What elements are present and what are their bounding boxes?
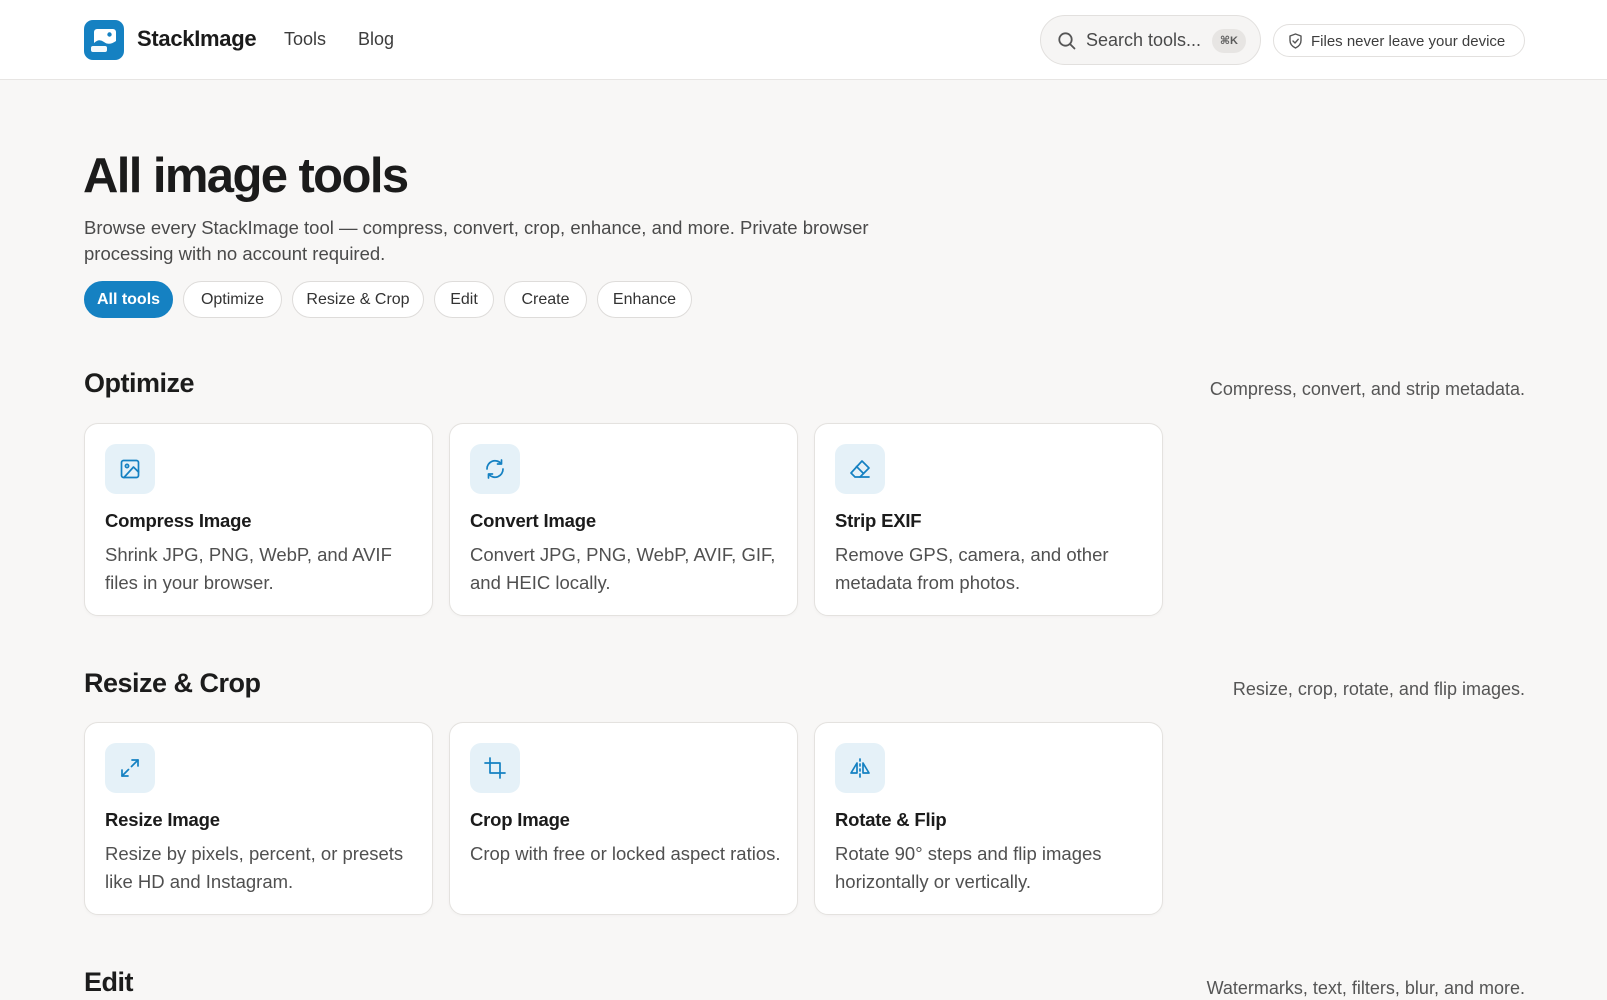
tool-description: Crop with free or locked aspect ratios.	[470, 843, 781, 864]
tool-description: Shrink JPG, PNG, WebP, and AVIF files in…	[105, 544, 392, 593]
tool-description: Rotate 90° steps and flip images horizon…	[835, 843, 1102, 892]
logo-icon[interactable]	[84, 20, 124, 60]
section-desc-resize-crop: Resize, crop, rotate, and flip images.	[1232, 679, 1525, 699]
filter-all-tools[interactable]: All tools	[84, 281, 173, 318]
nav-blog[interactable]: Blog	[358, 29, 394, 50]
page-subtitle: Browse every StackImage tool — compress,…	[84, 217, 869, 264]
tool-card-compress-image[interactable]: Compress Image Shrink JPG, PNG, WebP, an…	[84, 423, 433, 616]
tool-description: Convert JPG, PNG, WebP, AVIF, GIF, and H…	[470, 544, 776, 593]
tool-card-rotate-flip[interactable]: Rotate & Flip Rotate 90° steps and flip …	[814, 722, 1163, 915]
tool-description: Resize by pixels, percent, or presets li…	[105, 843, 404, 892]
image-compress-icon	[105, 444, 155, 494]
tool-title: Crop Image	[470, 809, 570, 830]
nav-tools[interactable]: Tools	[284, 29, 326, 50]
shield-check-icon	[1289, 33, 1302, 49]
section-title-edit: Edit	[84, 967, 134, 997]
section-title-resize-crop: Resize & Crop	[84, 668, 261, 698]
brand-name[interactable]: StackImage	[137, 26, 257, 52]
crop-icon	[470, 743, 520, 793]
tool-card-resize-image[interactable]: Resize Image Resize by pixels, percent, …	[84, 722, 433, 915]
tool-title: Rotate & Flip	[835, 809, 947, 830]
tool-title: Resize Image	[105, 809, 220, 830]
tool-title: Convert Image	[470, 510, 596, 531]
tool-description: Remove GPS, camera, and other metadata f…	[835, 544, 1109, 593]
tool-card-convert-image[interactable]: Convert Image Convert JPG, PNG, WebP, AV…	[449, 423, 798, 616]
refresh-convert-icon	[470, 444, 520, 494]
filter-edit[interactable]: Edit	[434, 281, 494, 318]
tool-card-crop-image[interactable]: Crop Image Crop with free or locked aspe…	[449, 722, 798, 915]
privacy-badge: Files never leave your device	[1273, 24, 1525, 57]
section-desc-optimize: Compress, convert, and strip metadata.	[1209, 379, 1525, 399]
search-icon	[1058, 32, 1076, 50]
search-input[interactable]: Search tools...	[1086, 30, 1201, 51]
section-desc-edit: Watermarks, text, filters, blur, and mor…	[1206, 978, 1525, 998]
privacy-badge-text: Files never leave your device	[1311, 33, 1506, 50]
tool-title: Compress Image	[105, 510, 252, 531]
tool-title: Strip EXIF	[835, 510, 922, 531]
expand-arrows-icon	[105, 743, 155, 793]
search-shortcut-badge: ⌘K	[1211, 29, 1246, 53]
flip-horizontal-icon	[835, 743, 885, 793]
site-header: StackImage Tools Blog Search tools... ⌘K…	[0, 0, 1607, 80]
search-box[interactable]: Search tools... ⌘K	[1040, 15, 1261, 65]
eraser-icon	[835, 444, 885, 494]
section-title-optimize: Optimize	[84, 368, 195, 398]
filter-create[interactable]: Create	[504, 281, 587, 318]
page-title: All image tools	[83, 149, 409, 203]
filter-enhance[interactable]: Enhance	[597, 281, 692, 318]
filter-optimize[interactable]: Optimize	[183, 281, 282, 318]
tool-card-strip-exif[interactable]: Strip EXIF Remove GPS, camera, and other…	[814, 423, 1163, 616]
filter-resize-crop[interactable]: Resize & Crop	[292, 281, 424, 318]
